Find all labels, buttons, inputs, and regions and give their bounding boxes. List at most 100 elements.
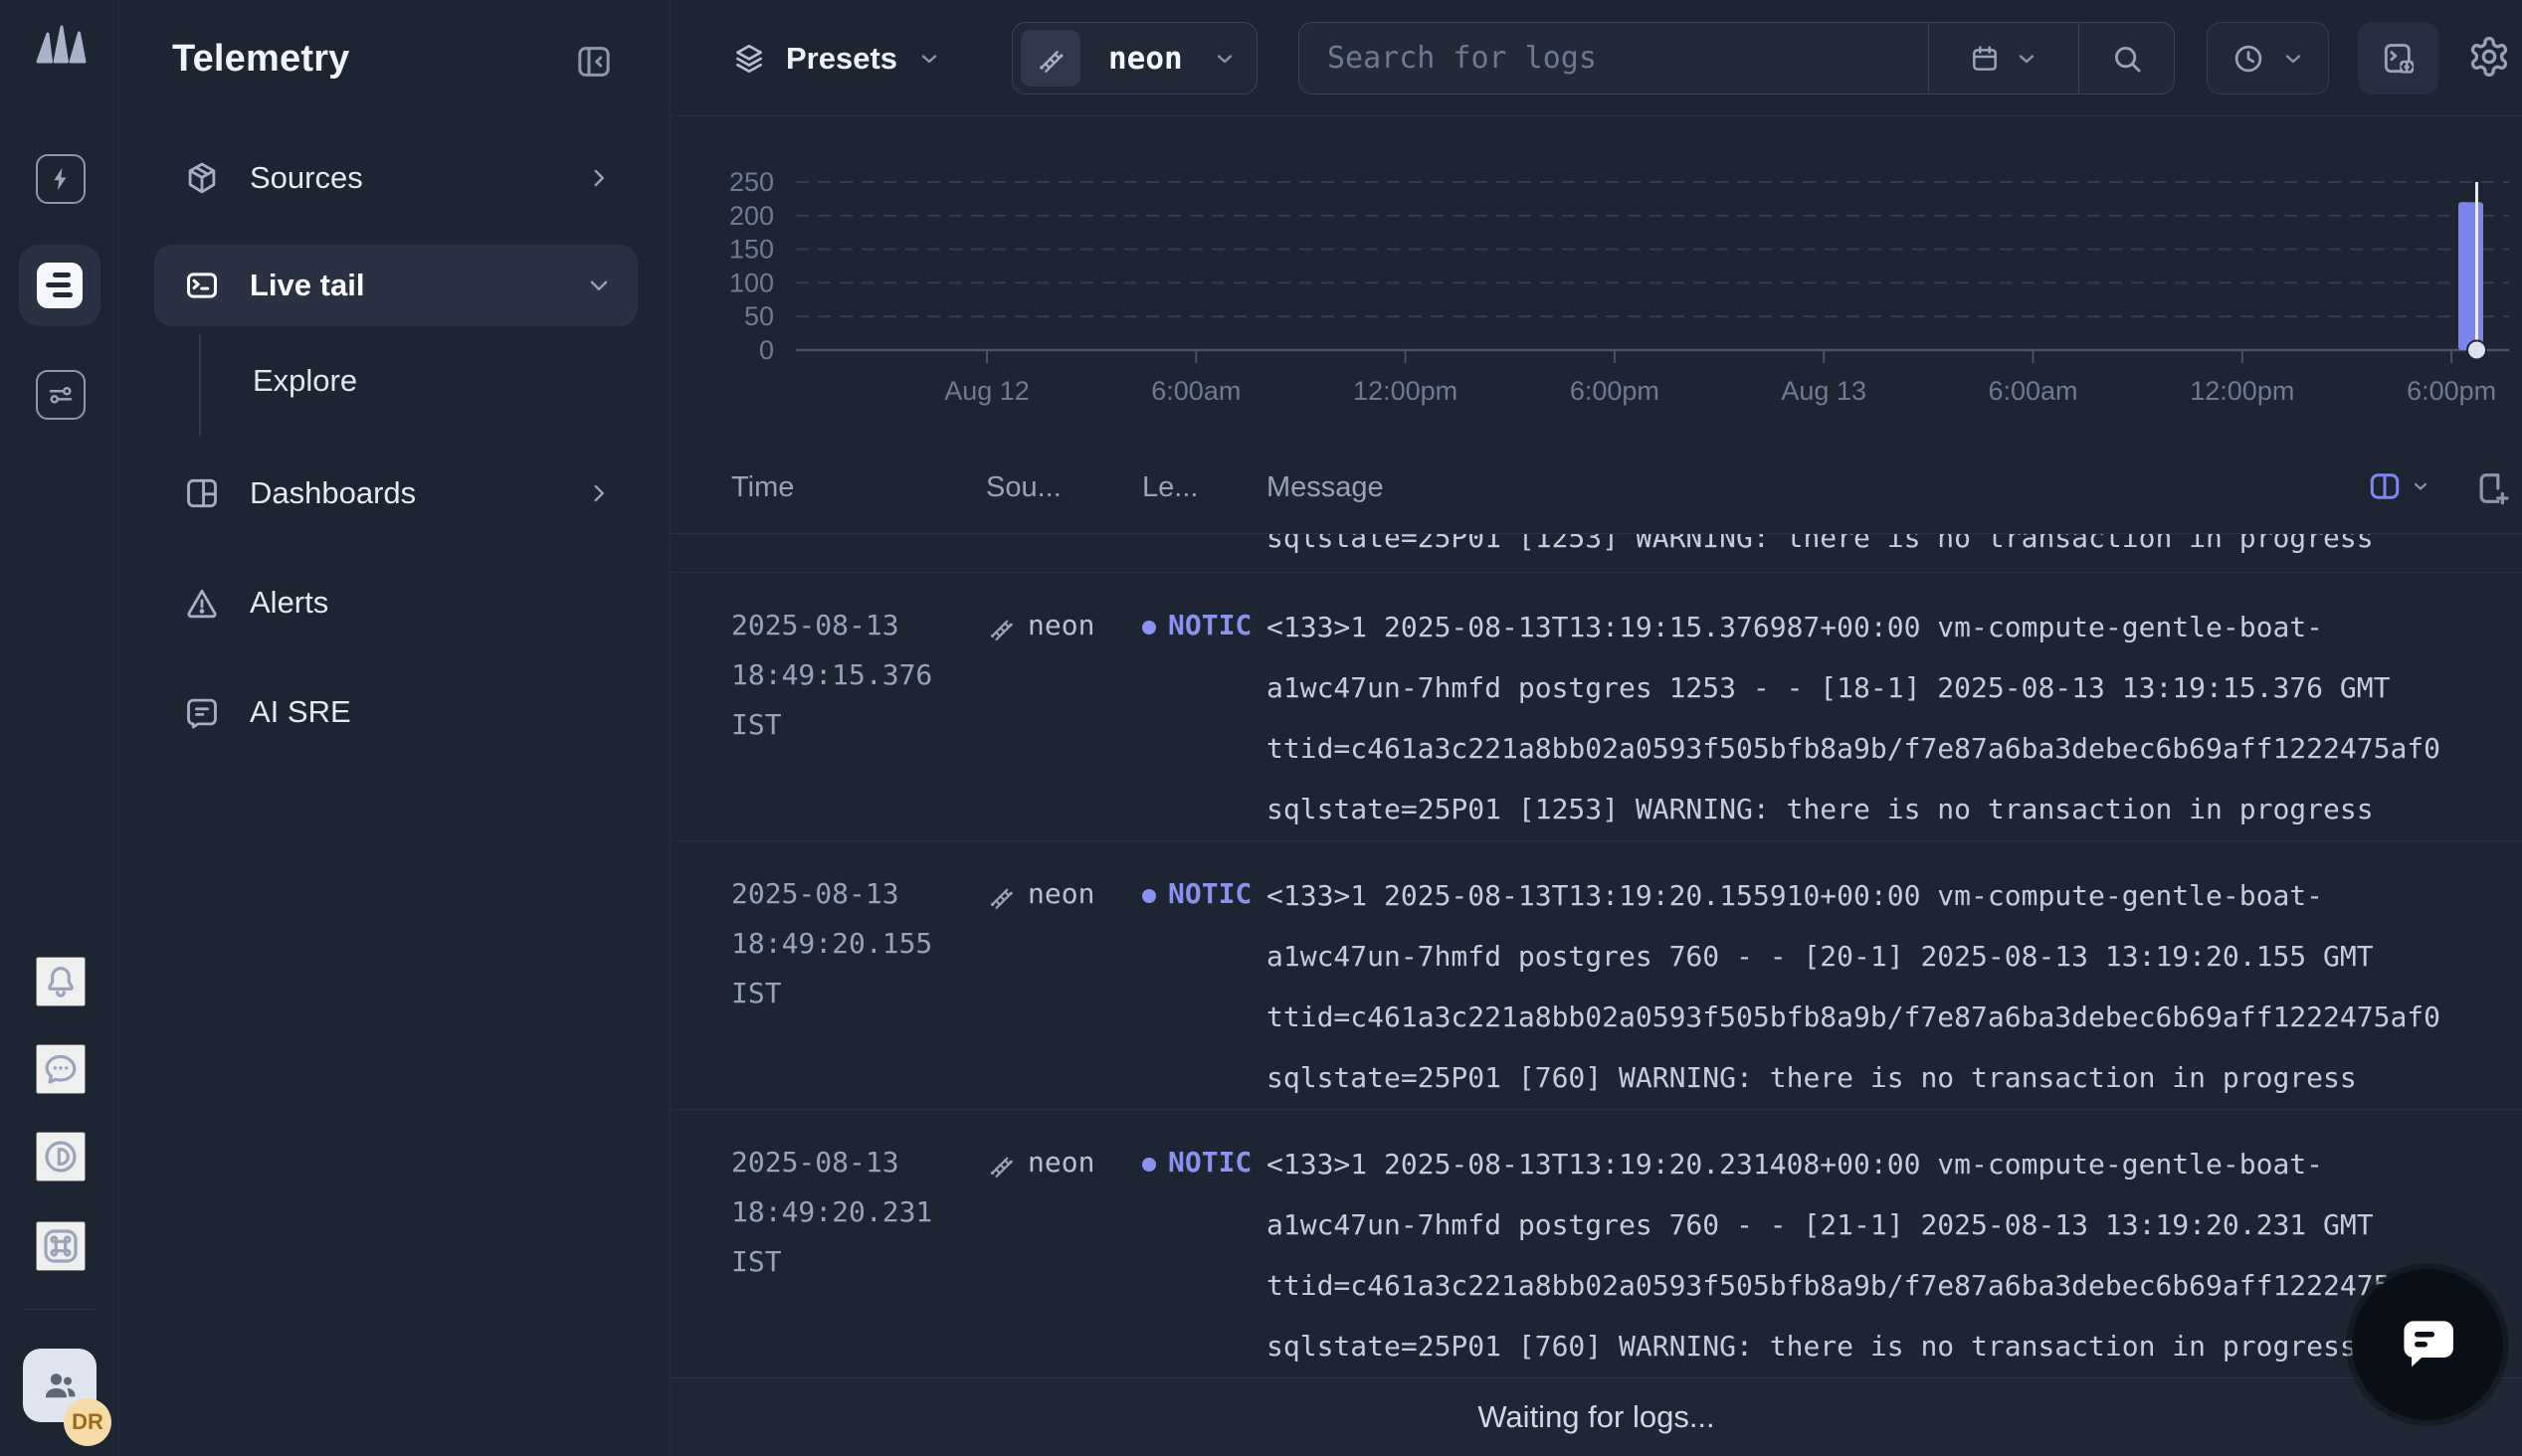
sidebar-item-label: Live tail xyxy=(250,268,364,303)
log-timestamp: 2025-08-1318:49:20.155IST xyxy=(731,865,986,1109)
clipped-log-row[interactable]: sqlstate=25P01 [1253] WARNING: there is … xyxy=(671,534,2522,572)
log-source: neon xyxy=(986,597,1142,840)
dashboard-grid-icon xyxy=(183,474,221,512)
layers-icon xyxy=(732,42,766,76)
feedback-button[interactable] xyxy=(36,1044,86,1094)
icon-rail: DR xyxy=(0,0,119,1456)
column-header-source: Sou... xyxy=(986,471,1142,504)
sidebar-item-dashboards[interactable]: Dashboards xyxy=(154,453,638,534)
log-timestamp: 2025-08-1318:49:15.376IST xyxy=(731,597,986,840)
alert-triangle-icon xyxy=(183,584,221,622)
panel-collapse-icon xyxy=(574,42,614,82)
time-range-button[interactable] xyxy=(2207,22,2329,94)
svg-text:250: 250 xyxy=(729,167,774,197)
column-header-message: Message xyxy=(1266,471,2522,504)
svg-text:12:00pm: 12:00pm xyxy=(2190,376,2294,406)
middleware-logo xyxy=(32,22,88,68)
svg-text:150: 150 xyxy=(729,235,774,265)
column-header-time: Time xyxy=(731,471,986,504)
sidebar-item-label: Dashboards xyxy=(250,475,416,511)
svg-text:6:00am: 6:00am xyxy=(1151,376,1241,406)
terminal-icon xyxy=(183,267,221,304)
svg-text:50: 50 xyxy=(744,301,774,331)
log-row[interactable]: 2025-08-1318:49:15.376IST neonNOTIC<133>… xyxy=(671,572,2522,840)
sidebar-item-alerts[interactable]: Alerts xyxy=(154,562,638,643)
chevron-down-icon xyxy=(2015,47,2038,71)
status-text: Waiting for logs... xyxy=(1477,1399,1714,1435)
chat-bubble-icon xyxy=(41,1049,81,1089)
source-select-value: neon xyxy=(1108,41,1183,77)
log-row[interactable]: 2025-08-1318:49:20.231IST neonNOTIC<133>… xyxy=(671,1109,2522,1377)
log-message: <133>1 2025-08-13T13:19:15.376987+00:00 … xyxy=(1266,597,2522,840)
chevron-down-icon xyxy=(1213,47,1237,71)
log-source: neon xyxy=(986,1134,1142,1377)
theme-contrast-button[interactable] xyxy=(36,1132,86,1182)
svg-text:6:00am: 6:00am xyxy=(1988,376,2077,406)
run-search-button[interactable] xyxy=(2079,23,2174,93)
add-column-icon xyxy=(2472,468,2512,508)
svg-text:Aug 12: Aug 12 xyxy=(944,376,1030,406)
command-menu-button[interactable] xyxy=(36,1221,86,1271)
sidebar-item-live-tail[interactable]: Live tail xyxy=(154,245,638,326)
source-select[interactable]: neon xyxy=(1012,22,1258,94)
quick-actions-button[interactable] xyxy=(36,154,86,204)
log-row[interactable]: 2025-08-1318:49:20.155IST neonNOTIC<133>… xyxy=(671,840,2522,1109)
source-track-icon xyxy=(1021,30,1080,87)
log-message: <133>1 2025-08-13T13:19:20.155910+00:00 … xyxy=(1266,865,2522,1109)
logs-rail-button[interactable] xyxy=(19,245,100,326)
sliders-icon xyxy=(46,380,76,410)
sidebar-item-label: Sources xyxy=(250,160,363,196)
log-volume-chart[interactable]: 050100150200250Aug 126:00am12:00pm6:00pm… xyxy=(671,116,2522,443)
sidebar-collapse-button[interactable] xyxy=(574,42,614,82)
chevron-right-icon xyxy=(586,165,612,191)
contrast-icon xyxy=(41,1137,81,1177)
log-table-body: 2025-08-1318:49:15.376IST neonNOTIC<133>… xyxy=(671,572,2522,1377)
level-dot xyxy=(1142,1158,1156,1172)
presets-button[interactable]: Presets xyxy=(732,22,941,94)
chevron-right-icon xyxy=(586,480,612,506)
svg-text:0: 0 xyxy=(759,335,774,365)
notifications-button[interactable] xyxy=(36,957,86,1006)
column-header-level: Le... xyxy=(1142,471,1266,504)
svg-text:6:00pm: 6:00pm xyxy=(1570,376,1659,406)
bell-icon xyxy=(41,962,81,1001)
app-root: DR Telemetry Sources xyxy=(0,0,2522,1456)
columns-icon xyxy=(2367,468,2403,504)
date-range-button[interactable] xyxy=(1929,23,2078,93)
terminal-code-button[interactable] xyxy=(2358,22,2438,94)
sidebar-item-label: AI SRE xyxy=(250,694,351,730)
chevron-down-icon xyxy=(2411,476,2430,496)
tree-indent-line xyxy=(199,334,201,436)
command-icon xyxy=(41,1226,81,1266)
add-column-button[interactable] xyxy=(2472,468,2512,508)
level-dot xyxy=(1142,889,1156,903)
svg-text:100: 100 xyxy=(729,268,774,297)
clipped-log-text: sqlstate=25P01 [1253] WARNING: there is … xyxy=(1266,534,2374,568)
level-dot xyxy=(1142,621,1156,635)
sidebar-item-sources[interactable]: Sources xyxy=(154,137,638,219)
settings-button[interactable] xyxy=(2467,34,2513,80)
topbar: Presets neon xyxy=(671,0,2522,116)
chat-fab-button[interactable] xyxy=(2352,1269,2503,1420)
cube-icon xyxy=(183,159,221,197)
search-icon xyxy=(2110,42,2144,76)
chevron-down-icon xyxy=(917,47,941,71)
message-square-icon xyxy=(183,693,221,731)
svg-text:Aug 13: Aug 13 xyxy=(1781,376,1866,406)
sidebar-item-ai-sre[interactable]: AI SRE xyxy=(154,671,638,753)
sidebar: Telemetry Sources xyxy=(119,0,671,1456)
status-bar: Waiting for logs... xyxy=(671,1377,2522,1456)
pipelines-button[interactable] xyxy=(36,370,86,420)
log-level: NOTIC xyxy=(1142,865,1266,1109)
log-source: neon xyxy=(986,865,1142,1109)
column-layout-button[interactable] xyxy=(2367,468,2430,504)
source-track-icon xyxy=(986,881,1016,911)
sidebar-item-explore[interactable]: Explore xyxy=(253,343,357,419)
calendar-icon xyxy=(1969,43,2001,75)
log-level: NOTIC xyxy=(1142,597,1266,840)
log-timestamp: 2025-08-1318:49:20.231IST xyxy=(731,1134,986,1377)
main-panel: Presets neon xyxy=(671,0,2522,1456)
clock-icon xyxy=(2231,42,2265,76)
chevron-down-icon xyxy=(586,273,612,298)
search-input[interactable] xyxy=(1299,23,1928,93)
